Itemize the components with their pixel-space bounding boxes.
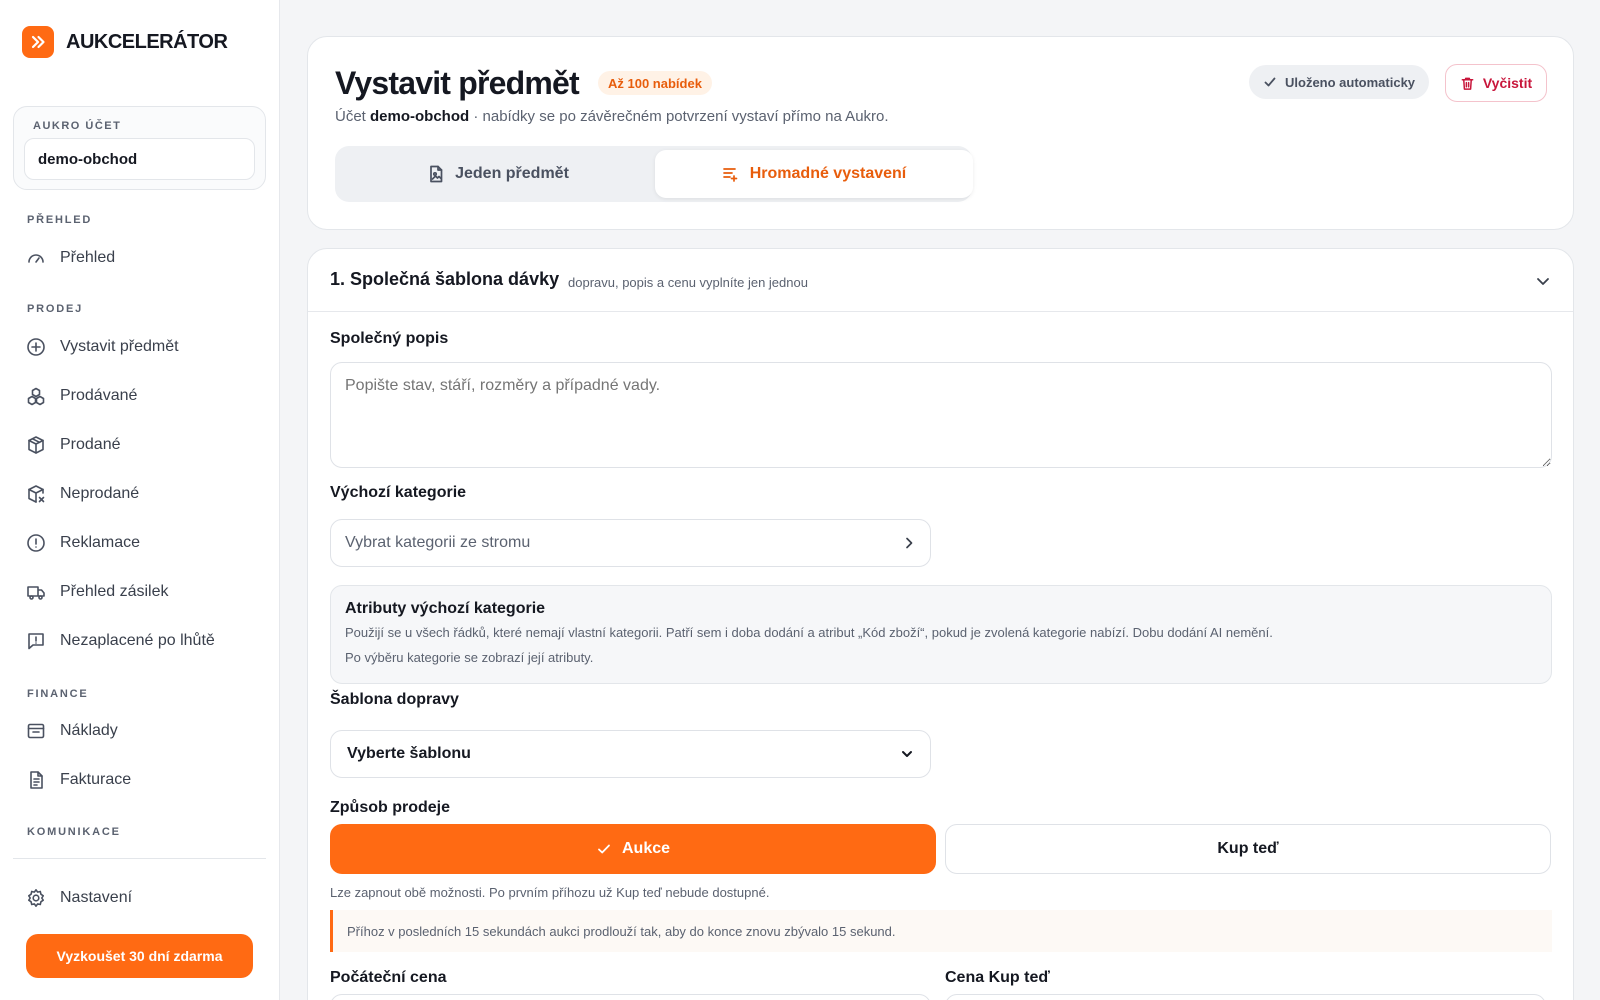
subtitle-prefix: Účet [335, 108, 366, 125]
brand-name: AUKCELERÁTOR [66, 30, 228, 53]
account-field[interactable]: demo-obchod [24, 138, 255, 180]
plus-circle-icon [27, 338, 45, 356]
sidebar-item-label: Přehled zásilek [60, 583, 169, 600]
sale-method-hint: Lze zapnout obě možnosti. Po prvním příh… [330, 885, 770, 900]
category-placeholder: Vybrat kategorii ze stromu [345, 534, 531, 551]
sidebar-divider [13, 858, 266, 859]
chevron-down-icon[interactable] [1531, 269, 1555, 293]
sidebar-item-label: Nezaplacené po lhůtě [60, 632, 215, 649]
buy-now-label: Kup teď [1217, 840, 1279, 857]
tab-bulk-listing[interactable]: Hromadné vystavení [655, 150, 973, 198]
chevron-right-icon [906, 537, 913, 549]
sidebar-item-complaints[interactable]: Reklamace [26, 531, 140, 555]
tab-label: Hromadné vystavení [749, 165, 907, 182]
sidebar-item-label: Nastavení [60, 889, 133, 906]
account-label: AUKRO ÚČET [33, 120, 122, 132]
header-card: Vystavit předmět Až 100 nabídek Účet dem… [307, 36, 1574, 230]
description-label: Společný popis [330, 330, 449, 347]
alert-circle-icon [27, 534, 45, 552]
clear-button[interactable]: Vyčistit [1445, 64, 1547, 102]
sidebar-item-settings[interactable]: Nastavení [26, 886, 132, 910]
sidebar-item-label: Prodané [60, 436, 121, 453]
boxes-icon [27, 387, 45, 406]
clear-label: Vyčistit [1482, 75, 1533, 91]
message-alert-icon [28, 633, 44, 650]
auction-label: Aukce [621, 840, 671, 857]
subtitle-suffix: · nabídky se po závěrečném potvrzení vys… [473, 108, 889, 125]
tab-label: Jeden předmět [455, 165, 569, 182]
truck-icon [27, 586, 45, 600]
file-image-icon [430, 165, 443, 183]
trash-icon [1461, 77, 1474, 90]
sidebar-item-shipments[interactable]: Přehled zásilek [26, 580, 169, 604]
buy-now-toggle[interactable]: Kup teď [945, 824, 1551, 874]
sidebar-item-label: Fakturace [60, 771, 132, 788]
auction-extension-note: Příhoz v posledních 15 sekundách aukci p… [330, 910, 1552, 952]
start-price-input[interactable] [330, 994, 931, 1000]
nav-section-communication: KOMUNIKACE [27, 826, 121, 838]
autosave-status: Uloženo automaticky [1249, 65, 1430, 99]
sidebar-item-selling[interactable]: Prodávané [26, 384, 137, 408]
sidebar-item-label: Prodávané [60, 387, 138, 404]
section-hint: dopravu, popis a cenu vyplníte jen jedno… [568, 275, 808, 290]
buy-now-price-input[interactable] [945, 994, 1546, 1000]
description-textarea[interactable] [330, 362, 1552, 468]
page-title: Vystavit předmět [335, 65, 580, 101]
attributes-title: Atributy výchozí kategorie [345, 600, 546, 617]
sidebar-item-invoicing[interactable]: Fakturace [26, 768, 131, 792]
autosave-label: Uloženo automaticky [1285, 74, 1416, 90]
chevron-down-icon [902, 751, 912, 757]
package-x-icon [28, 485, 45, 503]
sidebar-item-list-item[interactable]: Vystavit předmět [26, 335, 179, 359]
shipping-label: Šablona dopravy [330, 691, 459, 708]
sidebar-item-label: Vystavit předmět [60, 338, 179, 355]
buy-now-price-label: Cena Kup teď [945, 969, 1050, 986]
nav-section-finance: FINANCE [27, 688, 89, 700]
nav-section-sell: PRODEJ [27, 303, 84, 315]
attributes-text: Použijí se u všech řádků, které nemají v… [345, 625, 1273, 640]
section-header[interactable]: 1. Společná šablona dávky dopravu, popis… [308, 249, 1573, 312]
shipping-template-select[interactable]: Vyberte šablonu [330, 730, 931, 778]
invoice-icon [30, 771, 43, 789]
wallet-icon [27, 723, 45, 739]
sidebar-item-label: Přehled [60, 249, 116, 266]
check-icon [598, 844, 610, 854]
limit-badge: Až 100 nabídek [598, 71, 712, 95]
sidebar-item-unsold[interactable]: Neprodané [26, 482, 139, 506]
nav-section-overview: PŘEHLED [27, 214, 93, 226]
start-price-label: Počáteční cena [330, 969, 447, 986]
package-icon [28, 436, 44, 454]
gear-icon [28, 889, 44, 907]
category-attributes-box: Atributy výchozí kategorie Použijí se u … [330, 585, 1552, 684]
list-add-icon [722, 168, 738, 182]
sidebar-item-label: Náklady [60, 722, 118, 739]
logo[interactable]: AUKCELERÁTOR [22, 26, 228, 58]
sidebar-item-label: Reklamace [60, 534, 141, 551]
category-picker[interactable]: Vybrat kategorii ze stromu [330, 519, 931, 567]
sidebar-item-overview[interactable]: Přehled [26, 246, 115, 270]
sidebar-item-costs[interactable]: Náklady [26, 719, 118, 743]
attributes-note: Po výběru kategorie se zobrazí její atri… [345, 650, 594, 665]
mode-tabs: Jeden předmět Hromadné vystavení [335, 146, 973, 202]
section-title: 1. Společná šablona dávky [330, 269, 560, 289]
sidebar-item-label: Neprodané [60, 485, 140, 502]
sidebar: AUKCELERÁTOR AUKRO ÚČET demo-obchod PŘEH… [0, 0, 280, 1000]
trial-button[interactable]: Vyzkoušet 30 dní zdarma [26, 934, 253, 978]
shipping-select-value: Vyberte šablonu [347, 745, 471, 762]
auction-toggle[interactable]: Aukce [330, 824, 936, 874]
subtitle-account: demo-obchod [370, 108, 470, 125]
page-subtitle: Účet demo-obchod · nabídky se po závěreč… [335, 108, 889, 125]
tab-single-item[interactable]: Jeden předmět [339, 150, 657, 198]
sidebar-item-unpaid[interactable]: Nezaplacené po lhůtě [26, 629, 215, 653]
check-icon [1264, 77, 1276, 87]
fast-forward-icon [22, 26, 54, 58]
sidebar-item-sold[interactable]: Prodané [26, 433, 121, 457]
sale-method-label: Způsob prodeje [330, 799, 450, 816]
batch-template-card: 1. Společná šablona dávky dopravu, popis… [307, 248, 1574, 1000]
account-box: AUKRO ÚČET demo-obchod [13, 106, 266, 190]
category-label: Výchozí kategorie [330, 484, 467, 501]
gauge-icon [28, 254, 44, 263]
